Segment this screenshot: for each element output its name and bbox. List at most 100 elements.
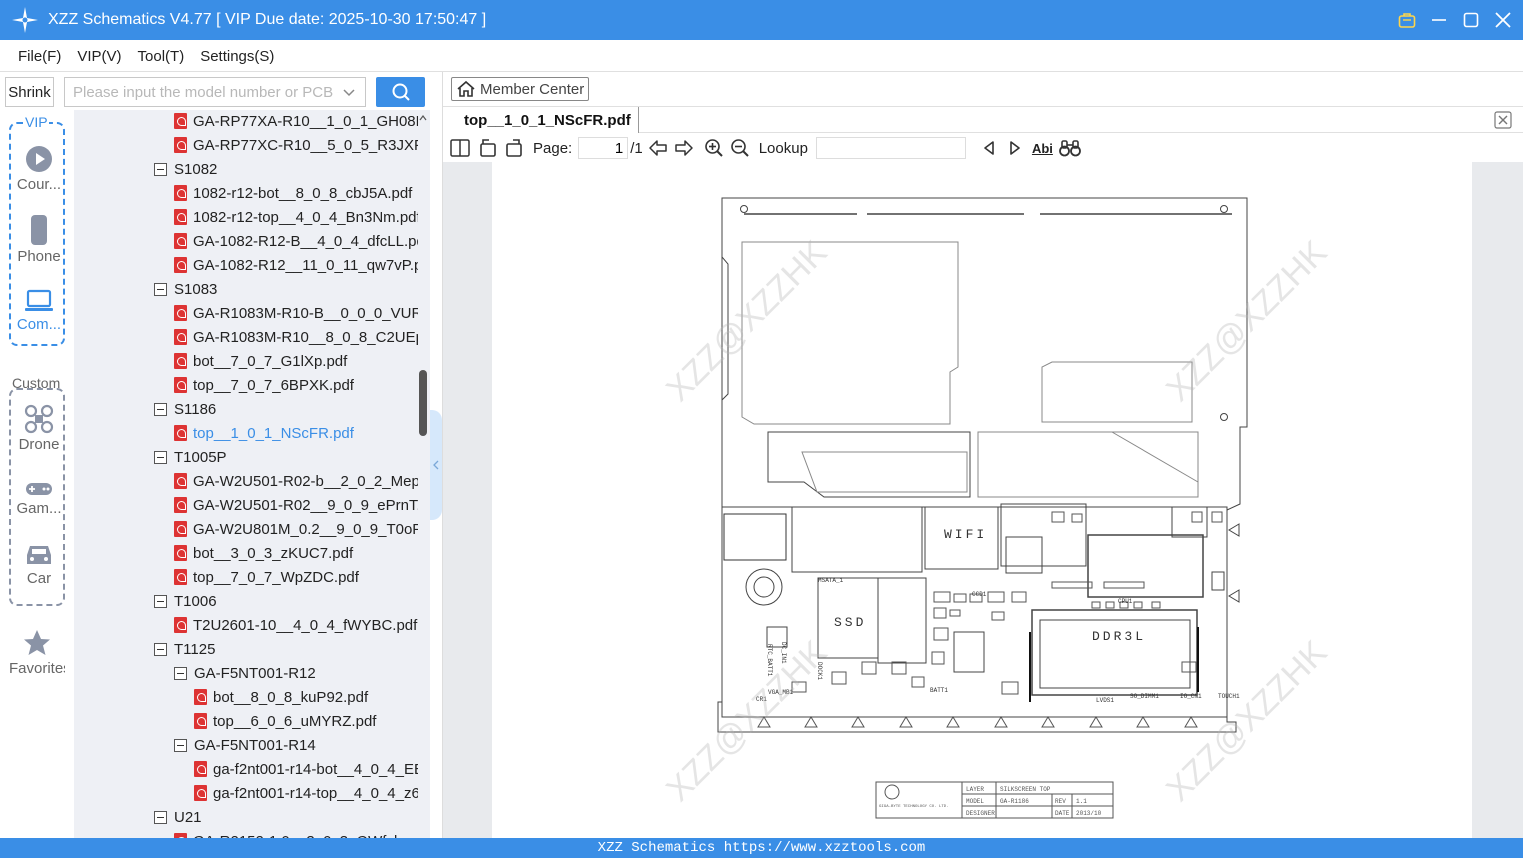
label-msata: MSATA_1 — [818, 577, 844, 584]
collapse-toggle-icon[interactable] — [174, 738, 187, 752]
zoom-out-icon[interactable] — [729, 137, 751, 159]
search-button[interactable] — [376, 77, 425, 107]
pdf-file-icon — [174, 305, 187, 321]
tree-folder[interactable]: S1082 — [154, 157, 217, 181]
tree-file[interactable]: GA-W2U801M_0.2__9_0_9_T0oPA.pdf — [174, 517, 418, 541]
vip-bag-icon[interactable] — [1397, 10, 1417, 30]
member-center-button[interactable]: Member Center — [451, 77, 589, 101]
tree-folder[interactable]: U21 — [154, 805, 202, 829]
close-button[interactable] — [1493, 10, 1513, 30]
category-courses[interactable]: Cour... — [11, 144, 67, 193]
pdf-file-icon — [194, 761, 207, 777]
maximize-button[interactable] — [1461, 10, 1481, 30]
page-number-input[interactable] — [578, 137, 629, 159]
category-label: Drone — [18, 436, 60, 453]
tree-file[interactable]: GA-R2152-1.0__3_0_3_QWfxk.pdf — [174, 829, 418, 838]
collapse-toggle-icon[interactable] — [154, 162, 167, 176]
tree-file[interactable]: 1082-r12-top__4_0_4_Bn3Nm.pdf — [174, 205, 418, 229]
tree-file[interactable]: top__7_0_7_6BPXK.pdf — [174, 373, 354, 397]
find-next-icon[interactable] — [1004, 137, 1026, 159]
pdf-file-icon — [174, 113, 187, 129]
label-so-dimm1: SO_DIMM1 — [1130, 693, 1159, 700]
rotate-right-icon[interactable] — [503, 137, 525, 159]
tree-folder[interactable]: GA-F5NT001-R12 — [174, 661, 316, 685]
pdf-file-icon — [174, 233, 187, 249]
scroll-up-icon[interactable] — [419, 114, 427, 122]
document-tab[interactable]: top__1_0_1_NScFR.pdf — [443, 107, 639, 133]
tree-scrollbar-track[interactable] — [418, 110, 428, 838]
find-prev-icon[interactable] — [978, 137, 1000, 159]
menu-settings[interactable]: Settings(S) — [192, 48, 282, 65]
category-game[interactable]: Gam... — [11, 480, 67, 517]
tree-item-label: T1125 — [174, 640, 216, 658]
zoom-in-icon[interactable] — [703, 137, 725, 159]
pdf-toolbar: Page: /1 Lookup Abi — [443, 134, 1523, 162]
tree-scrollbar-thumb[interactable] — [419, 370, 427, 436]
prev-page-icon[interactable] — [647, 137, 669, 159]
tree-item-label: GA-F5NT001-R12 — [194, 664, 316, 682]
collapse-toggle-icon[interactable] — [154, 642, 167, 656]
tree-folder[interactable]: T1006 — [154, 589, 217, 613]
pdf-file-icon — [174, 545, 187, 561]
tree-folder[interactable]: GA-F5NT001-R14 — [174, 733, 316, 757]
category-label: Cour... — [16, 176, 62, 193]
file-tree: GA-RP77XA-R10__1_0_1_GH08N.pdf GA-RP77XC-… — [74, 110, 430, 838]
titleblock-layer-value: SILKSCREEN TOP — [1000, 786, 1051, 793]
category-computer[interactable]: Com... — [11, 288, 67, 333]
member-center-label: Member Center — [480, 80, 585, 98]
match-case-button[interactable]: Abi — [1032, 137, 1053, 159]
category-phone[interactable]: Phone — [11, 214, 67, 265]
tree-file[interactable]: GA-RP77XA-R10__1_0_1_GH08N.pdf — [174, 110, 418, 133]
category-drone[interactable]: Drone — [11, 404, 67, 453]
tree-folder[interactable]: T1125 — [154, 637, 215, 661]
tree-file[interactable]: T2U2601-10__4_0_4_fWYBC.pdf — [174, 613, 417, 637]
tree-file[interactable]: bot__3_0_3_zKUC7.pdf — [174, 541, 353, 565]
binoculars-icon[interactable] — [1058, 137, 1081, 159]
close-tabs-icon[interactable] — [1494, 111, 1512, 129]
tree-file[interactable]: 1082-r12-bot__8_0_8_cbJ5A.pdf — [174, 181, 412, 205]
tree-item-label: GA-R1083M-R10__8_0_8_C2UEp.pdf — [193, 328, 418, 346]
menu-vip[interactable]: VIP(V) — [69, 48, 129, 65]
chevron-down-icon[interactable] — [341, 84, 357, 100]
tree-file[interactable]: bot__7_0_7_G1lXp.pdf — [174, 349, 347, 373]
model-search-input[interactable] — [65, 78, 335, 106]
menu-tool[interactable]: Tool(T) — [130, 48, 193, 65]
collapse-toggle-icon[interactable] — [154, 810, 167, 824]
tree-file[interactable]: top__7_0_7_WpZDC.pdf — [174, 565, 359, 589]
titleblock-rev-label: REV — [1055, 798, 1066, 805]
pdf-page[interactable]: WIFI SSD DDR3L CPU1 CCD1 BATT1 LVDS1 SO_… — [492, 162, 1472, 838]
tree-file[interactable]: GA-RP77XC-R10__5_0_5_R3JXP.pdf — [174, 133, 418, 157]
collapse-toggle-icon[interactable] — [154, 282, 167, 296]
collapse-toggle-icon[interactable] — [154, 594, 167, 608]
tree-file[interactable]: ga-f2nt001-r14-bot__4_0_4_EE — [194, 757, 418, 781]
tree-file[interactable]: top__6_0_6_uMYRZ.pdf — [194, 709, 376, 733]
tree-folder[interactable]: T1005P — [154, 445, 227, 469]
pdf-viewer[interactable]: WIFI SSD DDR3L CPU1 CCD1 BATT1 LVDS1 SO_… — [443, 162, 1523, 838]
tree-file[interactable]: GA-1082-R12__11_0_11_qw7vP.pdf — [174, 253, 418, 277]
minimize-button[interactable] — [1429, 10, 1449, 30]
shrink-button[interactable]: Shrink — [5, 77, 54, 107]
tree-file[interactable]: GA-R1083M-R10__8_0_8_C2UEp.pdf — [174, 325, 418, 349]
tree-folder[interactable]: S1083 — [154, 277, 217, 301]
collapse-toggle-icon[interactable] — [154, 402, 167, 416]
menu-file[interactable]: File(F) — [10, 48, 69, 65]
tree-file[interactable]: GA-1082-R12-B__4_0_4_dfcLL.pdf — [174, 229, 418, 253]
tree-file[interactable]: GA-R1083M-R10-B__0_0_0_VURXY.pdf — [174, 301, 418, 325]
lookup-input[interactable] — [815, 137, 966, 159]
tree-file[interactable]: top__1_0_1_NScFR.pdf — [174, 421, 354, 445]
collapse-toggle-icon[interactable] — [174, 666, 187, 680]
label-wifi: WIFI — [944, 527, 987, 542]
page-label: Page: — [533, 139, 573, 157]
favorites-button[interactable]: Favorites — [9, 628, 65, 677]
tree-folder[interactable]: S1186 — [154, 397, 216, 421]
tree-file[interactable]: bot__8_0_8_kuP92.pdf — [194, 685, 368, 709]
rotate-left-icon[interactable] — [477, 137, 499, 159]
collapse-toggle-icon[interactable] — [154, 450, 167, 464]
collapse-panel-button[interactable] — [430, 410, 442, 520]
next-page-icon[interactable] — [673, 137, 695, 159]
tree-file[interactable]: GA-W2U501-R02-b__2_0_2_MepBr.pdf — [174, 469, 418, 493]
split-view-icon[interactable] — [449, 137, 471, 159]
tree-file[interactable]: GA-W2U501-R02__9_0_9_ePrnT.pdf — [174, 493, 418, 517]
category-car[interactable]: Car — [11, 542, 67, 587]
tree-file[interactable]: ga-f2nt001-r14-top__4_0_4_z6 — [194, 781, 418, 805]
